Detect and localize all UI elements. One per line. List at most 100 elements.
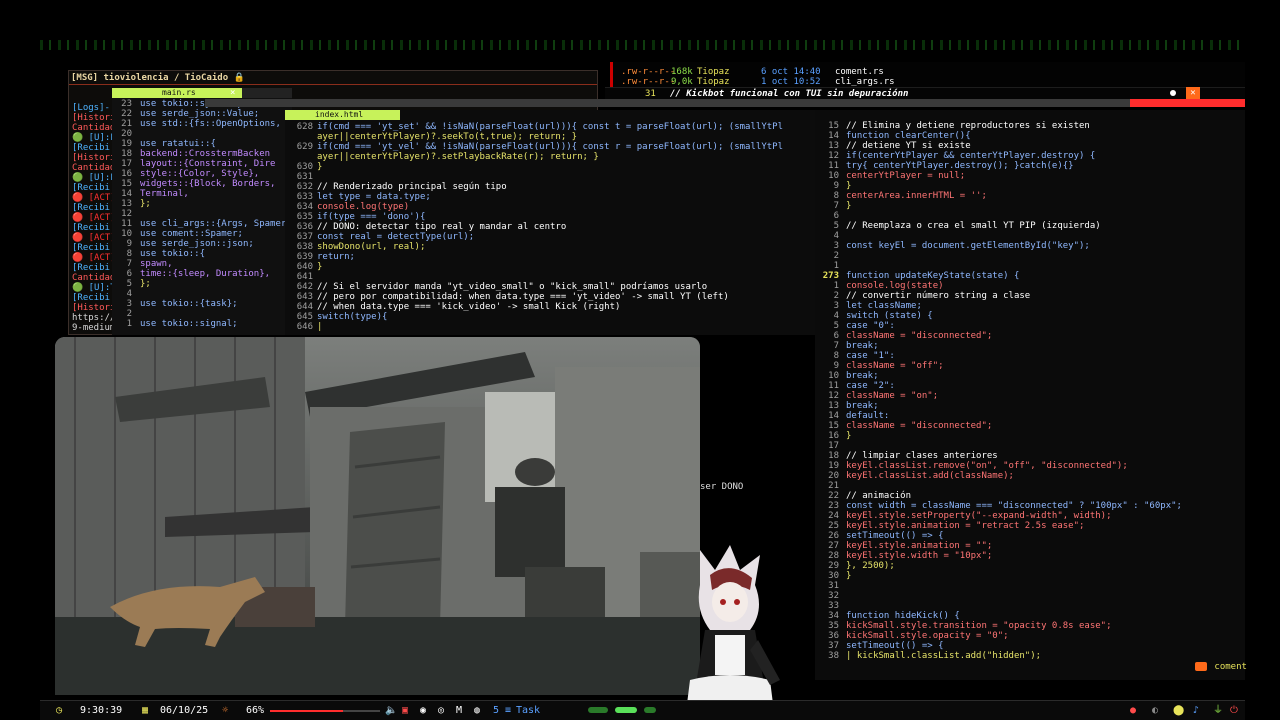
code-line[interactable]: spawn, — [140, 259, 173, 269]
tray-icon[interactable]: ⬤ — [1173, 705, 1184, 717]
steam-icon[interactable]: ◎ — [438, 705, 444, 717]
code-line[interactable]: } — [317, 162, 322, 172]
rust-editor-pane[interactable]: main.rs × 23 use tokio::sync::mpsc; 22 use … — [112, 88, 297, 335]
code-line[interactable]: let className; — [846, 301, 922, 311]
code-line[interactable]: function hideKick() { — [846, 611, 960, 621]
tab-index-html[interactable]: index.html — [285, 110, 400, 120]
code-line[interactable]: switch(type){ — [317, 312, 387, 322]
code-line[interactable]: console.log(type) — [317, 202, 409, 212]
code-line[interactable]: if(cmd === 'yt_set' && !isNaN(parseFloat… — [317, 122, 783, 132]
code-line[interactable]: keyEl.style.setProperty("--expand-width"… — [846, 511, 1112, 521]
obs-icon[interactable]: ◍ — [474, 705, 480, 717]
code-line[interactable]: centerYtPlayer = null; — [846, 171, 965, 181]
date-label[interactable]: 06/10/25 — [160, 705, 208, 717]
workspace-number[interactable]: 5 — [493, 705, 499, 717]
code-line[interactable]: break; — [846, 371, 879, 381]
code-line[interactable]: widgets::{Block, Borders, — [140, 179, 275, 189]
code-line[interactable]: kickSmall.style.transition = "opacity 0.… — [846, 621, 1112, 631]
comment-tag[interactable]: coment — [1195, 662, 1247, 674]
code-line[interactable]: keyEl.style.width = "10px"; — [846, 551, 992, 561]
code-line[interactable]: case "0": — [846, 321, 895, 331]
code-line[interactable]: Terminal, — [140, 189, 189, 199]
code-line[interactable]: let type = data.type; — [317, 192, 431, 202]
code-line[interactable]: case "1": — [846, 351, 895, 361]
code-line[interactable]: }; — [140, 199, 151, 209]
html-editor-pane[interactable]: index.html 628 if(cmd === 'yt_set' && !i… — [285, 110, 815, 335]
code-line[interactable]: // Reemplaza o crea el small YT PIP (izq… — [846, 221, 1101, 231]
tray-icon[interactable]: ● — [1130, 705, 1136, 717]
code-line[interactable]: className = "disconnected"; — [846, 331, 992, 341]
code-line[interactable]: className = "disconnected"; — [846, 421, 992, 431]
code-line[interactable]: showDono(url, real); — [317, 242, 425, 252]
code-line[interactable]: keyEl.style.animation = "retract 2.5s ea… — [846, 521, 1084, 531]
discord-icon[interactable]: ◉ — [420, 705, 426, 717]
code-line[interactable]: // convertir número string a clase — [846, 291, 1030, 301]
code-line[interactable]: } — [846, 571, 851, 581]
code-line[interactable]: console.log(state) — [846, 281, 944, 291]
code-line[interactable]: backend::CrosstermBacken — [140, 149, 270, 159]
code-line[interactable]: const width = className === "disconnecte… — [846, 501, 1182, 511]
code-line[interactable]: try{ centerYtPlayer.destroy(); }catch(e)… — [846, 161, 1074, 171]
clock-time[interactable]: 9:30:39 — [80, 705, 122, 717]
code-line[interactable]: use tokio::signal; — [140, 319, 238, 329]
code-line[interactable]: keyEl.classList.add(className); — [846, 471, 1014, 481]
close-tab-icon[interactable]: × — [230, 88, 242, 98]
ls-file[interactable]: coment.rs — [835, 67, 884, 77]
code-line[interactable]: break; — [846, 401, 879, 411]
code-line[interactable]: keyEl.classList.remove("on", "off", "dis… — [846, 461, 1128, 471]
power-icon[interactable]: ⏻ — [1230, 705, 1238, 717]
ls-file[interactable]: cli_args.rs — [835, 77, 895, 87]
code-line[interactable]: use cli_args::{Args, SpamerAr — [140, 219, 297, 229]
code-line[interactable]: setTimeout(() => { — [846, 531, 944, 541]
code-line[interactable]: use std::{fs::OpenOptions, — [140, 119, 281, 129]
code-line[interactable]: } — [846, 431, 851, 441]
code-line[interactable]: if(type === 'dono'){ — [317, 212, 425, 222]
code-line[interactable]: use tokio::{ — [140, 249, 205, 259]
code-line[interactable]: if(cmd === 'yt_vel' && !isNaN(parseFloat… — [317, 142, 783, 152]
code-line[interactable]: } — [317, 262, 322, 272]
tray-icon[interactable]: ◐ — [1152, 705, 1158, 717]
pdf-icon[interactable]: ▣ — [402, 705, 408, 717]
code-line[interactable]: if(centerYtPlayer && centerYtPlayer.dest… — [846, 151, 1095, 161]
code-line[interactable]: // limpiar clases anteriores — [846, 451, 998, 461]
tray-icon[interactable]: ⏚ — [1213, 705, 1223, 717]
code-line[interactable]: | — [317, 322, 322, 332]
code-line[interactable]: keyEl.style.animation = ""; — [846, 541, 992, 551]
code-line[interactable]: use tokio::{task}; — [140, 299, 238, 309]
code-line[interactable]: // detiene YT si existe — [846, 141, 971, 151]
task-label[interactable]: Task — [516, 705, 540, 717]
code-line[interactable]: // Renderizado principal según tipo — [317, 182, 507, 192]
tray-icon[interactable]: ♪ — [1193, 705, 1199, 717]
code-line[interactable]: use serde_json::json; — [140, 239, 254, 249]
code-line[interactable]: time::{sleep, Duration}, — [140, 269, 270, 279]
code-line[interactable]: ayer||centerYtPlayer)?.seekTo(t,true); r… — [317, 132, 577, 142]
code-line[interactable]: function updateKeyState(state) { — [846, 271, 1019, 281]
code-line[interactable]: use serde_json::Value; — [140, 109, 259, 119]
code-line[interactable]: switch (state) { — [846, 311, 933, 321]
code-line[interactable]: use coment::Spamer; — [140, 229, 243, 239]
code-line[interactable]: // pero por compatibilidad: when data.ty… — [317, 292, 729, 302]
code-line[interactable]: className = "on"; — [846, 391, 938, 401]
code-line[interactable]: default: — [846, 411, 889, 421]
code-line[interactable]: // Elimina y detiene reproductores si ex… — [846, 121, 1090, 131]
code-line[interactable]: // Si el servidor manda "yt_video_small"… — [317, 282, 707, 292]
code-line[interactable]: }, 2500); — [846, 561, 895, 571]
code-line[interactable]: ayer||centerYtPlayer)?.setPlaybackRate(r… — [317, 152, 599, 162]
code-line[interactable]: return; — [317, 252, 355, 262]
code-line[interactable]: style::{Color, Style}, — [140, 169, 259, 179]
code-line[interactable]: kickSmall.style.opacity = "0"; — [846, 631, 1009, 641]
code-line[interactable]: centerArea.innerHTML = ''; — [846, 191, 987, 201]
code-line[interactable]: break; — [846, 341, 879, 351]
code-line[interactable]: layout::{Constraint, Dire — [140, 159, 275, 169]
code-line[interactable]: // animación — [846, 491, 911, 501]
close-icon[interactable]: ✕ — [1186, 87, 1200, 99]
volume-slider[interactable] — [270, 710, 380, 712]
code-line[interactable]: } — [846, 181, 851, 191]
code-line[interactable]: } — [846, 201, 851, 211]
mail-icon[interactable]: M — [456, 705, 462, 717]
tab-main-rs[interactable]: main.rs — [112, 88, 242, 98]
code-line[interactable]: use ratatui::{ — [140, 139, 216, 149]
code-line[interactable]: const keyEl = document.getElementById("k… — [846, 241, 1090, 251]
code-line[interactable]: // when data.type === 'kick_video' -> sm… — [317, 302, 620, 312]
code-line[interactable]: }; — [140, 279, 151, 289]
